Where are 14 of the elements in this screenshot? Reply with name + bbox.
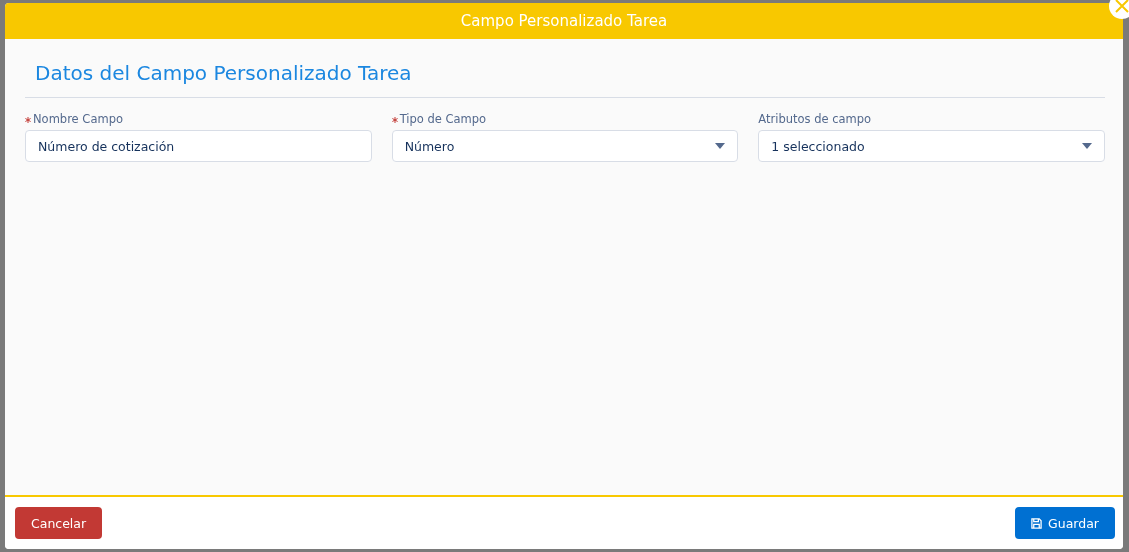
close-icon [1115,0,1129,13]
field-label: Atributos de campo [758,112,872,126]
cancel-button[interactable]: Cancelar [15,507,103,539]
dropdown-field[interactable]: Número [391,130,739,162]
dropdown-field[interactable]: 1 seleccionado [758,130,1105,162]
save-icon [1031,517,1043,529]
field-label: Tipo de Campo [399,112,487,126]
field-label: Nombre Campo [33,112,123,126]
section-title: Datos del Campo Personalizado Tarea [35,61,413,87]
save-button[interactable]: Guardar [1015,507,1115,539]
modal-title: Campo Personalizado Tarea [460,12,668,30]
caret-icon [715,143,726,149]
caret-icon [1082,143,1092,149]
input-field[interactable]: Número de cotización [25,130,372,162]
